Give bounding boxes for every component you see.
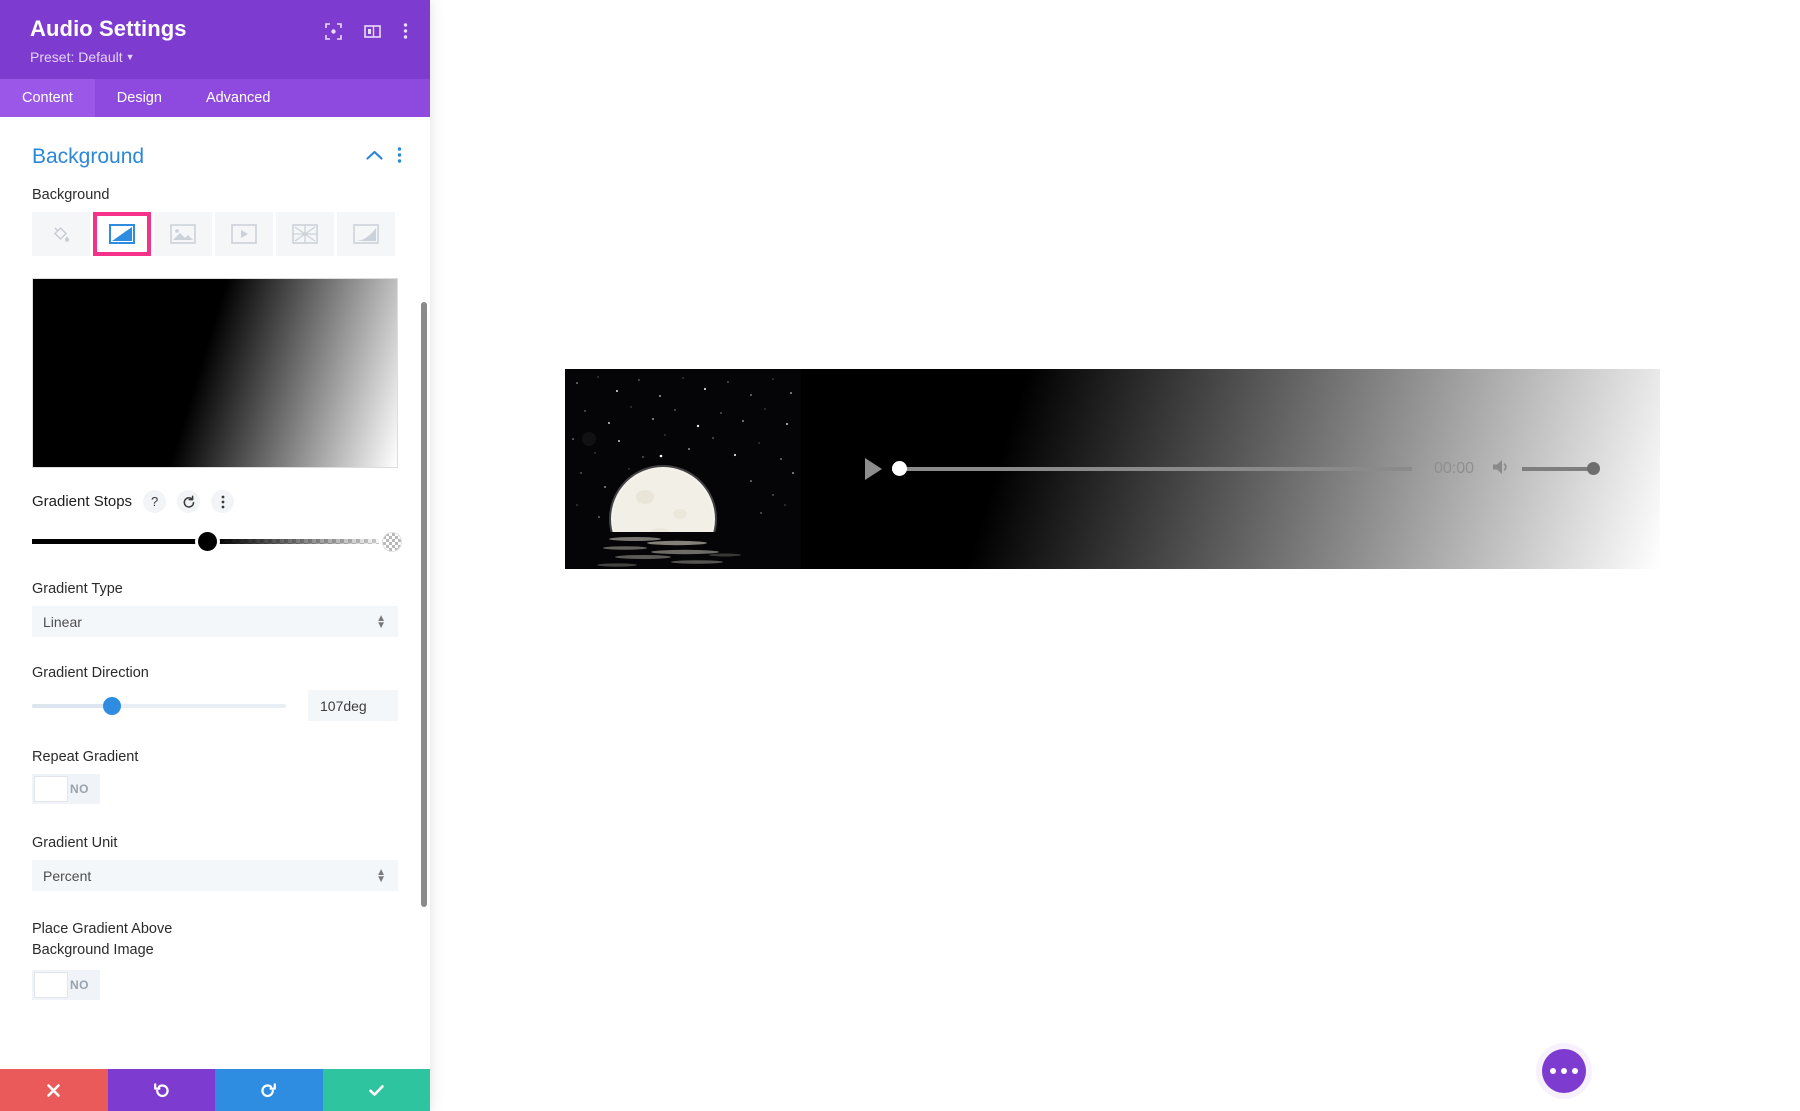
select-stepper-icon: ▲ ▼ — [376, 612, 386, 631]
page-canvas: 00:00 — [430, 0, 1800, 1111]
panel-title: Audio Settings — [30, 16, 187, 41]
undo-button[interactable] — [107, 1069, 215, 1111]
panel-header-icons — [325, 22, 408, 40]
gradient-direction-slider[interactable] — [32, 696, 286, 716]
gradient-stop-handle-transparent[interactable] — [382, 532, 402, 553]
audio-player-module[interactable]: 00:00 — [565, 369, 1660, 569]
audio-settings-panel: Audio Settings Preset: Default ▼ Content … — [0, 0, 430, 1111]
tab-design[interactable]: Design — [95, 79, 184, 117]
question-mark-icon[interactable]: ? — [143, 490, 167, 514]
panel-footer — [0, 1069, 430, 1111]
select-stepper-icon: ▲ ▼ — [376, 866, 386, 885]
slider-knob[interactable] — [103, 696, 122, 715]
gradient-type-label: Gradient Type — [32, 581, 123, 598]
caret-down-icon: ▼ — [125, 52, 135, 63]
section-overflow-menu-icon[interactable] — [397, 146, 402, 169]
tab-advanced[interactable]: Advanced — [184, 79, 293, 117]
bg-type-pattern-button[interactable] — [276, 212, 334, 257]
speaker-icon[interactable] — [1490, 457, 1512, 482]
panel-layout-icon[interactable] — [364, 23, 381, 40]
focus-frame-icon[interactable] — [325, 22, 342, 40]
gradient-stops-slider[interactable] — [32, 531, 402, 553]
time-display: 00:00 — [1433, 460, 1474, 477]
preset-selector[interactable]: Preset: Default ▼ — [30, 49, 187, 65]
panel-scroll-area: Background Background Gradient Stops ? G… — [0, 117, 430, 1069]
redo-button[interactable] — [215, 1069, 323, 1111]
tab-content[interactable]: Content — [0, 79, 95, 118]
panel-tabs: Content Design Advanced — [0, 79, 430, 118]
section-title: Background — [32, 145, 145, 169]
background-section-header: Background — [0, 117, 430, 175]
toggle-knob — [34, 972, 68, 999]
volume-track — [1522, 467, 1592, 471]
page-settings-fab[interactable] — [1542, 1049, 1586, 1093]
chevron-up-icon[interactable] — [366, 148, 383, 166]
bg-type-solid-color-button[interactable] — [32, 212, 90, 257]
gradient-unit-label: Gradient Unit — [32, 835, 118, 852]
gradient-stop-handle-black[interactable] — [198, 532, 217, 552]
audio-player-controls: 00:00 — [565, 369, 1660, 569]
gradient-stops-header: Gradient Stops ? — [0, 468, 430, 514]
gradient-stops-label: Gradient Stops — [32, 493, 133, 511]
seek-knob[interactable] — [892, 461, 907, 476]
place-gradient-above-toggle[interactable]: NO — [32, 970, 100, 1001]
cancel-button[interactable] — [0, 1069, 108, 1111]
place-gradient-above-label: Place Gradient Above Background Image — [0, 919, 430, 970]
gradient-unit-value: Percent — [43, 867, 92, 884]
repeat-gradient-label: Repeat Gradient — [32, 749, 139, 766]
three-dots-icon — [1572, 1068, 1578, 1074]
three-dots-icon — [1561, 1068, 1567, 1074]
background-type-selector — [0, 212, 430, 257]
gradient-stops-overflow-menu-icon[interactable] — [211, 490, 235, 514]
three-dots-icon — [1550, 1068, 1556, 1074]
section-header-icons — [366, 146, 402, 169]
slider-fill — [32, 703, 114, 708]
panel-scrollbar[interactable] — [421, 117, 427, 1069]
preset-label: Preset: Default — [30, 49, 123, 66]
seek-slider[interactable] — [892, 459, 1412, 479]
toggle-knob — [34, 776, 68, 803]
bg-type-gradient-button[interactable] — [93, 212, 151, 257]
place-gradient-above-value: NO — [70, 978, 89, 993]
gradient-direction-control: 107deg — [0, 690, 430, 722]
place-gradient-above-line1: Place Gradient Above — [32, 921, 173, 938]
volume-knob[interactable] — [1587, 462, 1600, 475]
bg-type-mask-button[interactable] — [337, 212, 395, 257]
save-button[interactable] — [322, 1069, 430, 1111]
panel-body: Background Background Gradient Stops ? G… — [0, 117, 430, 1069]
gradient-preview[interactable] — [32, 278, 398, 469]
overflow-menu-icon[interactable] — [403, 22, 408, 40]
play-triangle-icon[interactable] — [865, 458, 882, 480]
volume-slider[interactable] — [1522, 460, 1600, 478]
gradient-direction-label: Gradient Direction — [32, 665, 149, 682]
gradient-unit-select[interactable]: Percent ▲ ▼ — [32, 860, 398, 892]
bg-type-video-button[interactable] — [215, 212, 273, 257]
gradient-type-value: Linear — [43, 613, 82, 630]
gradient-type-select[interactable]: Linear ▲ ▼ — [32, 606, 398, 638]
panel-header: Audio Settings Preset: Default ▼ — [0, 0, 430, 80]
repeat-gradient-value: NO — [70, 782, 89, 797]
seek-track — [892, 467, 1412, 471]
background-field-label: Background — [32, 187, 110, 204]
repeat-gradient-toggle[interactable]: NO — [32, 774, 100, 805]
scrollbar-thumb[interactable] — [421, 302, 427, 908]
place-gradient-above-line2: Background Image — [32, 942, 154, 959]
bg-type-image-button[interactable] — [154, 212, 212, 257]
reset-arrow-icon[interactable] — [177, 490, 201, 514]
panel-header-titles: Audio Settings Preset: Default ▼ — [30, 16, 187, 65]
gradient-direction-input[interactable]: 107deg — [308, 690, 398, 722]
